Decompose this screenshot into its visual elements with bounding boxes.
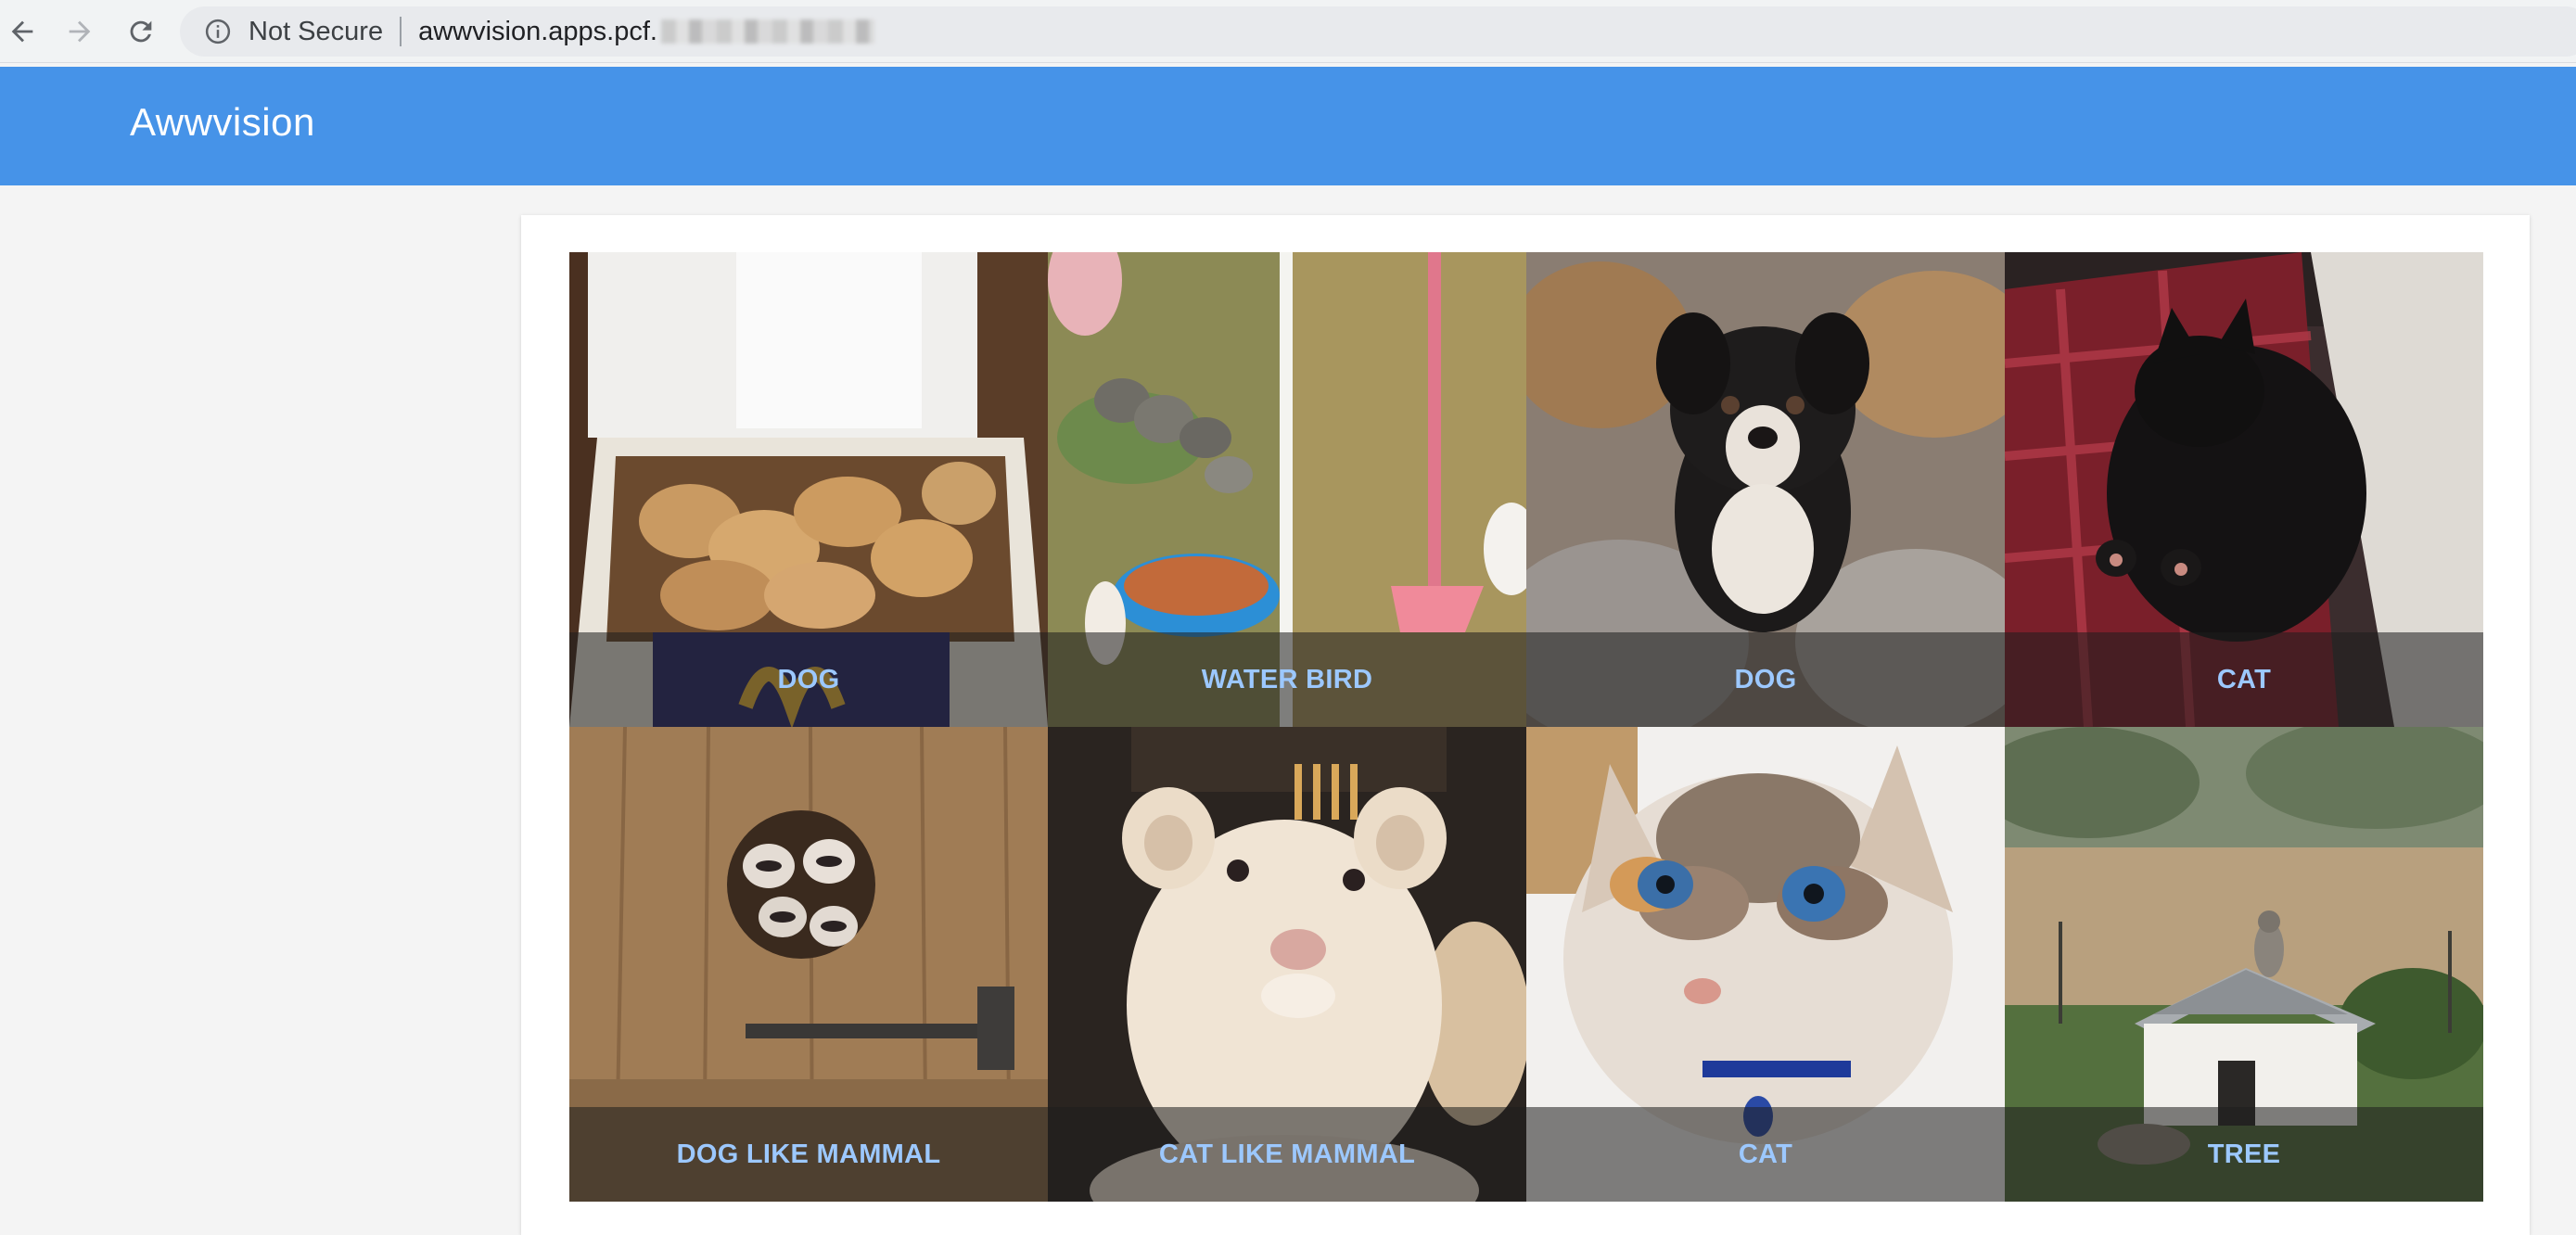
omnibox-divider [400,17,402,46]
browser-toolbar: Not Secure awwvision.apps.pcf. [0,0,2576,63]
forward-button[interactable] [57,9,102,54]
image-tile[interactable]: CAT [1526,727,2005,1202]
reload-button[interactable] [119,9,163,54]
image-grid: DOG WATER BIRD DOG CAT DOG LIKE MAMMAL C… [569,252,2483,1202]
tile-label: DOG LIKE MAMMAL [676,1139,941,1169]
image-tile[interactable]: DOG [1526,252,2005,727]
app-header: Awwvision [0,67,2576,185]
gallery-card: DOG WATER BIRD DOG CAT DOG LIKE MAMMAL C… [521,215,2530,1235]
image-tile[interactable]: CAT LIKE MAMMAL [1048,727,1526,1202]
back-button[interactable] [0,9,45,54]
tile-label: WATER BIRD [1201,664,1373,694]
address-bar[interactable]: Not Secure awwvision.apps.pcf. [180,6,2576,57]
tile-label: TREE [2207,1139,2281,1169]
redacted-url-part [660,19,874,44]
tile-caption: DOG LIKE MAMMAL [569,1107,1048,1202]
tile-label: DOG [777,664,840,694]
tile-caption: CAT LIKE MAMMAL [1048,1107,1526,1202]
tile-caption: DOG [1526,632,2005,727]
image-tile[interactable]: DOG [569,252,1048,727]
security-status[interactable]: Not Secure [249,17,383,47]
image-tile[interactable]: DOG LIKE MAMMAL [569,727,1048,1202]
app-title[interactable]: Awwvision [130,100,315,145]
tile-label: DOG [1734,664,1797,694]
tile-caption: DOG [569,632,1048,727]
tile-label: CAT LIKE MAMMAL [1158,1139,1416,1169]
tile-label: CAT [1738,1139,1793,1169]
image-tile[interactable]: WATER BIRD [1048,252,1526,727]
tile-caption: CAT [2005,632,2483,727]
image-tile[interactable]: CAT [2005,252,2483,727]
tile-caption: WATER BIRD [1048,632,1526,727]
back-arrow-icon [11,20,33,43]
tile-label: CAT [2216,664,2272,694]
tile-caption: CAT [1526,1107,2005,1202]
image-tile[interactable]: TREE [2005,727,2483,1202]
forward-arrow-icon [69,20,91,43]
reload-icon [130,20,152,43]
url-text[interactable]: awwvision.apps.pcf. [418,17,657,47]
info-icon[interactable] [204,18,232,45]
tile-caption: TREE [2005,1107,2483,1202]
